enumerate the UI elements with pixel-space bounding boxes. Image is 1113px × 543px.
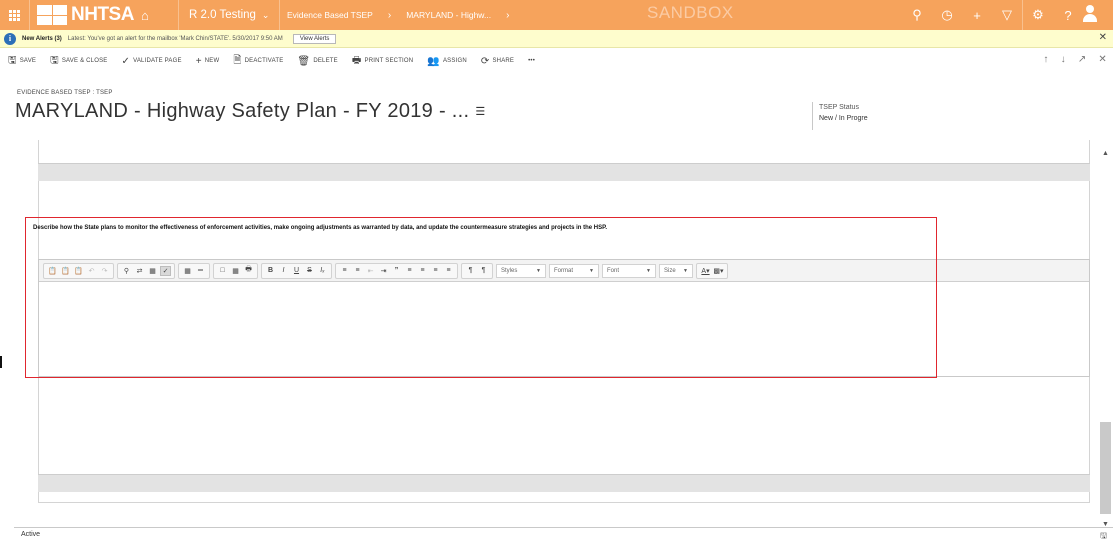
validate-page-button[interactable]: ✓ VALIDATE PAGE [121, 56, 181, 67]
form-selector-icon[interactable]: ☰ [475, 106, 485, 118]
search-icon[interactable]: ⚲ [902, 7, 932, 23]
assign-label: ASSIGN [442, 58, 467, 64]
deactivate-label: DEACTIVATE [244, 58, 284, 64]
deactivate-button[interactable]: 🗎 DEACTIVATE [233, 53, 283, 70]
breadcrumb-entity[interactable]: Evidence Based TSEP [280, 10, 380, 20]
close-icon[interactable]: ✕ [1099, 32, 1107, 43]
scrollbar-thumb[interactable] [1100, 422, 1111, 514]
view-alerts-button[interactable]: View Alerts [292, 33, 337, 44]
app-name: R 2.0 Testing [189, 9, 256, 21]
app-launcher-icon[interactable] [0, 0, 30, 30]
arrow-down-icon[interactable]: ↓ [1061, 54, 1066, 65]
record-title: MARYLAND - Highway Safety Plan - FY 2019… [15, 100, 470, 122]
share-label: SHARE [492, 58, 515, 64]
assign-button[interactable]: 👥 ASSIGN [427, 56, 467, 67]
delete-icon: 🗑 [297, 55, 311, 67]
crm-form-window: NHTSA ⌂ R 2.0 Testing ⌄ Evidence Based T… [0, 0, 1113, 543]
validate-icon: ✓ [121, 55, 131, 67]
help-icon[interactable]: ? [1053, 8, 1083, 23]
close-icon[interactable]: ✕ [1098, 54, 1107, 65]
tsep-status-label: TSEP Status [819, 104, 859, 111]
save-close-icon: 🖫 [50, 54, 59, 66]
plus-icon[interactable]: + [962, 8, 992, 23]
alert-message: Latest: You've got an alert for the mail… [67, 35, 283, 42]
app-switcher[interactable]: R 2.0 Testing ⌄ [178, 0, 280, 30]
logo-emblem-icon [37, 5, 67, 25]
chevron-right-icon: › [387, 9, 392, 21]
home-icon[interactable]: ⌂ [141, 8, 149, 23]
section-divider [38, 163, 1090, 181]
tsep-status-value: New / In Progre [819, 115, 868, 122]
record-status: Active [21, 531, 41, 538]
plus-icon: + [195, 55, 202, 67]
alert-title: New Alerts (3) [22, 35, 62, 42]
top-navigation-bar: NHTSA ⌂ R 2.0 Testing ⌄ Evidence Based T… [0, 0, 1113, 30]
save-icon[interactable]: 🖫 [1100, 529, 1107, 543]
section-divider [38, 474, 1090, 492]
user-icon[interactable] [1083, 4, 1113, 26]
record-navigation: ↑ ↓ ↗ ✕ [1043, 54, 1107, 65]
nav-actions: ⚲ ◷ + ▽ ⚙ ? [902, 0, 1113, 30]
scroll-up-icon[interactable]: ▲ [1102, 150, 1109, 157]
new-button[interactable]: + NEW [196, 56, 220, 67]
command-bar: 🖫 SAVE 🖫 SAVE & CLOSE ✓ VALIDATE PAGE + NEW … [0, 49, 1113, 73]
chevron-right-icon[interactable]: › [506, 10, 509, 21]
highlight-box [25, 217, 937, 378]
save-close-button[interactable]: 🖫 SAVE & CLOSE [50, 53, 107, 70]
share-button[interactable]: ⟳ SHARE [481, 56, 514, 67]
tsep-status-field: TSEP Status New / In Progre [812, 102, 892, 130]
history-icon[interactable]: ◷ [932, 7, 962, 23]
brand-name: NHTSA [71, 4, 134, 25]
more-commands-button[interactable]: ••• [528, 58, 535, 64]
save-label: SAVE [19, 58, 37, 64]
entity-name: EVIDENCE BASED TSEP : TSEP [17, 90, 113, 96]
delete-label: DELETE [313, 58, 338, 64]
chevron-down-icon: ⌄ [261, 9, 270, 20]
print-icon: 🖶 [351, 54, 362, 66]
delete-button[interactable]: 🗑 DELETE [297, 56, 337, 67]
assign-icon: 👥 [427, 55, 440, 67]
deactivate-icon: 🗎 [233, 54, 242, 66]
popout-icon[interactable]: ↗ [1078, 54, 1087, 65]
share-icon: ⟳ [480, 55, 490, 67]
arrow-up-icon[interactable]: ↑ [1043, 54, 1048, 65]
filter-icon[interactable]: ▽ [992, 7, 1022, 23]
status-footer: Active 🖫 [14, 527, 1113, 543]
save-icon: 🖫 [8, 54, 17, 66]
save-close-label: SAVE & CLOSE [61, 58, 108, 64]
print-section-button[interactable]: 🖶 PRINT SECTION [352, 53, 413, 70]
nhtsa-logo[interactable]: NHTSA ⌂ [37, 4, 149, 25]
page-title[interactable]: MARYLAND - Highway Safety Plan - FY 2019… [15, 100, 486, 123]
breadcrumb-record[interactable]: MARYLAND - Highw... [399, 10, 498, 20]
vertical-scrollbar[interactable]: ▲ ▼ [1099, 150, 1113, 528]
alert-bar: i New Alerts (3) Latest: You've got an a… [0, 30, 1113, 48]
environment-label: SANDBOX [647, 3, 734, 22]
breadcrumb: Evidence Based TSEP › MARYLAND - Highw..… [280, 0, 517, 30]
save-button[interactable]: 🖫 SAVE [8, 53, 36, 70]
new-label: NEW [204, 58, 220, 64]
info-icon: i [4, 32, 16, 45]
more-label: ••• [528, 58, 536, 64]
settings-icon[interactable]: ⚙ [1023, 7, 1053, 23]
validate-label: VALIDATE PAGE [133, 58, 182, 64]
print-label: PRINT SECTION [364, 58, 414, 64]
left-edge-marker [0, 356, 2, 368]
